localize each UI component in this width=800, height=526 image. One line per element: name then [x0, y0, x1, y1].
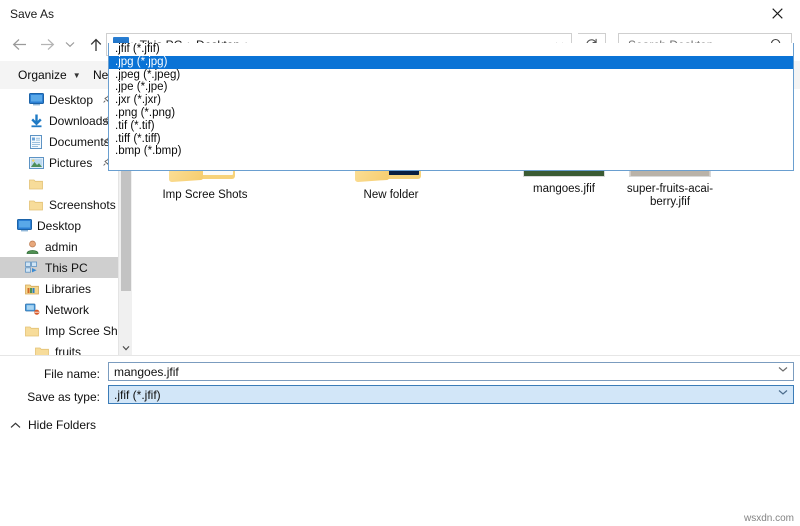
forward-button[interactable] [34, 32, 60, 57]
dropdown-option-bmp[interactable]: .bmp (*.bmp) [109, 145, 793, 158]
chevron-down-icon[interactable] [778, 389, 788, 396]
chevron-down-icon [65, 42, 75, 48]
save-as-type-combo[interactable]: .jfif (*.jfif) [108, 385, 794, 404]
sidebar-label: admin [45, 239, 78, 254]
save-form: File name: mangoes.jfif Save as type: .j… [0, 355, 800, 526]
sidebar-item-network[interactable]: Network [0, 299, 118, 320]
file-name-label: Imp Scree Shots [162, 189, 248, 201]
folder-icon [28, 197, 44, 213]
sidebar-label: Desktop [49, 92, 94, 107]
arrow-up-icon [90, 38, 102, 51]
file-name-input[interactable]: mangoes.jfif [108, 362, 794, 381]
title-bar: Save As [0, 0, 800, 29]
sidebar-item-desktop-root[interactable]: Desktop [0, 215, 118, 236]
file-name-label: New folder [363, 189, 419, 201]
watermark-text: wsxdn.com [743, 513, 794, 524]
sidebar-label: fruits [55, 344, 82, 356]
chevron-up-icon [10, 421, 21, 429]
desktop-icon [28, 92, 44, 108]
dropdown-option-jfif[interactable]: .jfif (*.jfif) [109, 43, 793, 56]
back-button[interactable] [6, 32, 32, 57]
close-button[interactable] [754, 0, 800, 27]
sidebar-item-pictures[interactable]: Pictures [0, 152, 118, 173]
arrow-left-icon [12, 39, 26, 50]
dropdown-option-png[interactable]: .png (*.png) [109, 107, 793, 120]
recent-locations-button[interactable] [60, 32, 80, 57]
dropdown-option-jpe[interactable]: .jpe (*.jpe) [109, 81, 793, 94]
sidebar-item-libraries[interactable]: Libraries [0, 278, 118, 299]
documents-icon [28, 134, 44, 150]
pictures-icon [28, 155, 44, 171]
sidebar-label: Network [45, 302, 90, 317]
sidebar-item-downloads[interactable]: Downloads [0, 110, 118, 131]
sidebar-item-fruits[interactable]: fruits [0, 341, 118, 355]
chevron-down-icon: ▼ [72, 70, 81, 80]
dropdown-option-jxr[interactable]: .jxr (*.jxr) [109, 94, 793, 107]
chevron-down-icon[interactable] [778, 366, 788, 373]
dropdown-option-tif[interactable]: .tif (*.tif) [109, 120, 793, 133]
window-title: Save As [10, 7, 55, 21]
libraries-icon [24, 281, 40, 297]
sidebar-item-documents[interactable]: Documents [0, 131, 118, 152]
file-name-value: mangoes.jfif [114, 364, 179, 379]
user-icon [24, 239, 40, 255]
sidebar-label: This PC [45, 260, 88, 275]
network-icon [24, 302, 40, 318]
dropdown-option-tiff[interactable]: .tiff (*.tiff) [109, 133, 793, 146]
sidebar-item-screenshots[interactable]: Screenshots [0, 194, 118, 215]
sidebar-item-admin[interactable]: admin [0, 236, 118, 257]
this-pc-icon [24, 260, 40, 276]
folder-icon [28, 176, 44, 192]
sidebar-label: Imp Scree Shots [45, 323, 118, 338]
desktop-icon [16, 218, 32, 234]
sidebar-label: Screenshots [49, 197, 116, 212]
scroll-down-button[interactable] [119, 341, 133, 355]
file-name-label: mangoes.jfif [532, 183, 595, 195]
organize-label: Organize [18, 68, 67, 82]
sidebar-label: Pictures [49, 155, 93, 170]
sidebar-item-unnamed-folder[interactable] [0, 173, 118, 194]
organize-button[interactable]: Organize ▼ [10, 61, 89, 89]
sidebar-item-this-pc[interactable]: This PC [0, 257, 118, 278]
dropdown-option-jpg[interactable]: .jpg (*.jpg) [109, 55, 793, 69]
chevron-down-icon [122, 345, 130, 351]
folder-icon [24, 323, 40, 339]
sidebar-label: Documents [49, 134, 110, 149]
save-as-dialog: Save As Search Desktop Organize ▼ New De… [0, 0, 800, 526]
navigation-pane: Desktop Downloads Documents Pictures Scr… [0, 89, 118, 355]
sidebar-label: Desktop [37, 218, 82, 233]
close-icon [771, 8, 783, 19]
save-type-value: .jfif (*.jfif) [114, 387, 161, 402]
download-icon [28, 113, 44, 129]
sidebar-item-imp-scree-shots[interactable]: Imp Scree Shots [0, 320, 118, 341]
hide-folders-button[interactable]: Hide Folders [10, 418, 96, 432]
sidebar-item-desktop[interactable]: Desktop [0, 89, 118, 110]
dropdown-option-jpeg[interactable]: .jpeg (*.jpeg) [109, 69, 793, 82]
save-type-label-text: Save as type: [27, 390, 100, 404]
hide-folders-label: Hide Folders [28, 418, 97, 432]
folder-icon [34, 344, 50, 355]
sidebar-label: Libraries [45, 281, 92, 296]
file-name-label-text: File name: [43, 367, 100, 381]
file-name-label: super-fruits-acai-berry.jfif [626, 183, 714, 208]
arrow-right-icon [40, 39, 54, 50]
save-as-type-dropdown[interactable]: .jfif (*.jfif) .jpg (*.jpg) .jpeg (*.jpe… [108, 43, 794, 171]
sidebar-label: Downloads [49, 113, 109, 128]
